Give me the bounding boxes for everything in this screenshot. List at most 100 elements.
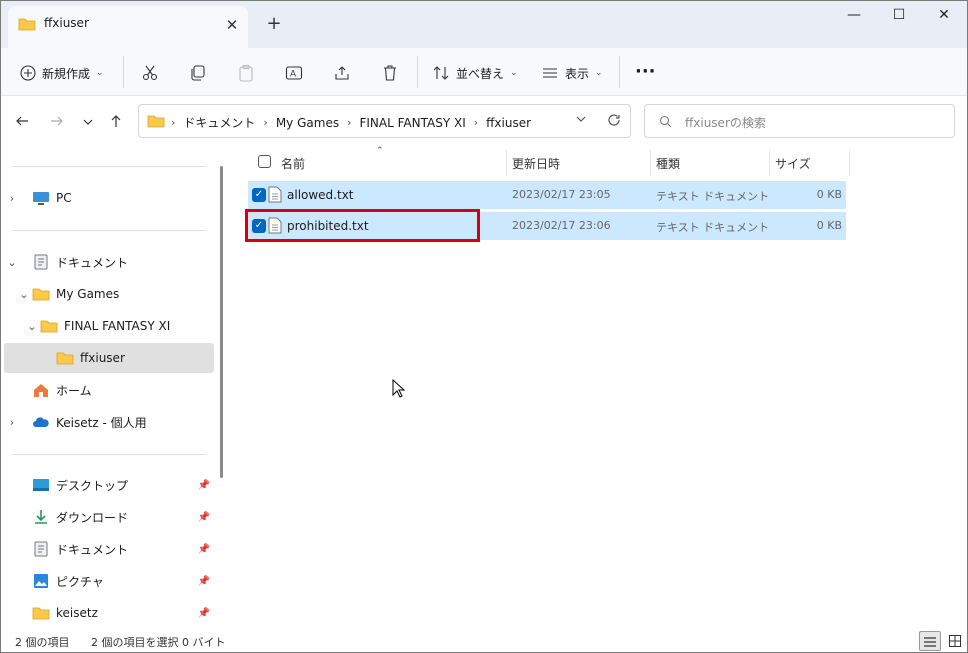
- close-tab-button[interactable]: ✕: [220, 13, 244, 37]
- nav-item-onedrive[interactable]: › Keisetz - 個人用: [4, 407, 214, 437]
- details-view-button[interactable]: [919, 631, 941, 651]
- view-button[interactable]: 表示 ⌄: [541, 56, 603, 90]
- column-divider[interactable]: [849, 150, 850, 176]
- file-modified: 2023/02/17 23:06: [512, 219, 611, 232]
- maximize-button[interactable]: ☐: [876, 0, 922, 30]
- pin-icon[interactable]: 📌: [198, 480, 210, 491]
- mouse-cursor-icon: [392, 379, 406, 398]
- breadcrumb-my-games[interactable]: My Games: [276, 116, 339, 130]
- nav-item-my-games[interactable]: ⌄ My Games: [4, 279, 214, 309]
- nav-item-desktop[interactable]: デスクトップ 📌: [4, 470, 214, 500]
- cut-button[interactable]: [141, 56, 159, 90]
- search-placeholder: ffxiuserの検索: [685, 116, 766, 130]
- file-modified: 2023/02/17 23:05: [512, 188, 611, 201]
- close-window-button[interactable]: ✕: [921, 0, 967, 30]
- nav-item-home[interactable]: ホーム: [4, 375, 214, 405]
- chevron-down-icon[interactable]: ⌄: [16, 288, 32, 301]
- sort-ascending-icon: ⌃: [376, 146, 384, 156]
- nav-item-documents-quick[interactable]: ドキュメント 📌: [4, 534, 214, 564]
- column-header-size[interactable]: サイズ: [775, 155, 811, 172]
- paste-button[interactable]: [237, 56, 255, 90]
- chevron-down-icon: ⌄: [96, 68, 104, 78]
- nav-label-documents-quick: ドキュメント: [56, 542, 129, 557]
- search-box[interactable]: ffxiuserの検索: [644, 104, 955, 138]
- divider: [11, 454, 206, 455]
- new-tab-button[interactable]: +: [262, 12, 286, 36]
- nav-item-keisetz[interactable]: keisetz 📌: [4, 598, 214, 628]
- refresh-icon: [608, 114, 620, 126]
- chevron-down-icon: [576, 116, 586, 122]
- copy-button[interactable]: [189, 56, 207, 90]
- pin-icon[interactable]: 📌: [198, 608, 210, 619]
- nav-item-ffxiuser[interactable]: ffxiuser: [4, 343, 214, 373]
- download-icon: [35, 510, 47, 524]
- divider: [11, 166, 206, 167]
- row-checkbox[interactable]: ✓: [252, 188, 266, 202]
- chevron-down-icon[interactable]: ⌄: [4, 256, 20, 269]
- refresh-button[interactable]: [607, 113, 621, 130]
- forward-button[interactable]: [46, 112, 68, 134]
- nav-item-documents[interactable]: ⌄ ドキュメント: [4, 247, 214, 277]
- text-file-icon: [268, 186, 282, 203]
- rename-button[interactable]: A: [285, 56, 303, 90]
- breadcrumb-documents[interactable]: ドキュメント: [183, 114, 255, 131]
- address-bar[interactable]: › ドキュメント › My Games › FINAL FANTASY XI ›…: [138, 104, 631, 138]
- nav-item-pc[interactable]: › PC: [4, 183, 214, 213]
- delete-button[interactable]: [381, 56, 399, 90]
- pin-icon[interactable]: 📌: [198, 544, 210, 555]
- breadcrumb-ffxiuser[interactable]: ffxiuser: [486, 116, 531, 130]
- file-name: allowed.txt: [287, 188, 354, 202]
- column-divider[interactable]: [650, 150, 651, 176]
- sort-button-label: 並べ替え: [456, 66, 505, 81]
- breadcrumb: › ドキュメント › My Games › FINAL FANTASY XI ›…: [171, 114, 531, 131]
- nav-label-documents: ドキュメント: [56, 255, 129, 270]
- column-header-type[interactable]: 種類: [656, 155, 680, 172]
- recent-locations-button[interactable]: [77, 112, 99, 134]
- chevron-right-icon: ›: [263, 116, 268, 129]
- highlight-box: [245, 209, 480, 242]
- document-icon: [34, 254, 48, 270]
- share-icon: [335, 66, 349, 80]
- nav-label-desktop: デスクトップ: [56, 478, 129, 493]
- column-divider[interactable]: [769, 150, 770, 176]
- plus-circle-icon: [20, 65, 36, 81]
- nav-item-pictures[interactable]: ピクチャ 📌: [4, 566, 214, 596]
- new-button[interactable]: 新規作成 ⌄: [20, 56, 104, 90]
- pin-icon[interactable]: 📌: [198, 576, 210, 587]
- share-button[interactable]: [333, 56, 351, 90]
- selection-info: 2 個の項目を選択 0 バイト: [91, 636, 226, 649]
- chevron-right-icon[interactable]: ›: [4, 416, 20, 429]
- desktop-icon: [33, 479, 49, 491]
- item-count: 2 個の項目: [15, 636, 70, 649]
- status-bar: 2 個の項目 2 個の項目を選択 0 バイト: [1, 630, 967, 652]
- chevron-down-icon[interactable]: ⌄: [24, 320, 40, 333]
- pc-icon: [33, 192, 49, 205]
- nav-label-onedrive: Keisetz - 個人用: [56, 415, 147, 430]
- chevron-right-icon[interactable]: ›: [4, 192, 20, 205]
- nav-item-ffxi[interactable]: ⌄ FINAL FANTASY XI: [4, 311, 214, 341]
- more-options-button[interactable]: ···: [635, 54, 656, 88]
- back-button[interactable]: [11, 112, 33, 134]
- breadcrumb-ffxi[interactable]: FINAL FANTASY XI: [359, 116, 465, 130]
- pictures-icon: [34, 574, 48, 588]
- select-all-checkbox[interactable]: [258, 155, 271, 168]
- file-row-allowed[interactable]: ✓ allowed.txt 2023/02/17 23:05 テキスト ドキュメ…: [248, 181, 846, 209]
- pin-icon[interactable]: 📌: [198, 512, 210, 523]
- tiles-view-button[interactable]: [944, 631, 966, 651]
- file-size: 0 KB: [816, 188, 842, 201]
- column-header-modified[interactable]: 更新日時: [512, 155, 560, 172]
- document-icon: [34, 541, 48, 557]
- search-icon: [659, 115, 672, 128]
- address-dropdown-button[interactable]: [575, 113, 587, 128]
- tab-ffxiuser[interactable]: ffxiuser ✕: [8, 6, 248, 48]
- column-divider[interactable]: [506, 150, 507, 176]
- nav-scrollbar[interactable]: [220, 166, 223, 478]
- sort-button[interactable]: 並べ替え ⌄: [432, 56, 518, 90]
- up-button[interactable]: [105, 112, 127, 134]
- minimize-button[interactable]: —: [831, 0, 877, 30]
- folder-icon: [18, 18, 36, 31]
- chevron-down-icon: ⌄: [595, 68, 603, 78]
- nav-item-downloads[interactable]: ダウンロード 📌: [4, 502, 214, 532]
- column-header-name[interactable]: 名前: [281, 155, 305, 172]
- divider: [417, 56, 418, 88]
